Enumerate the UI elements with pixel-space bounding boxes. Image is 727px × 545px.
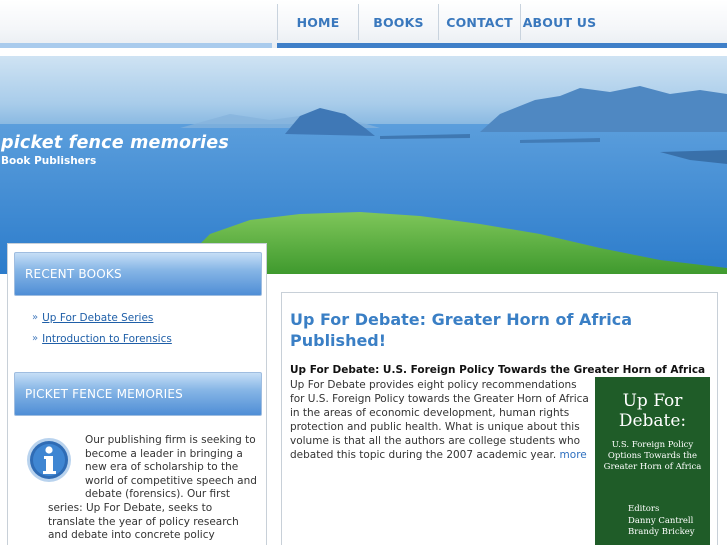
cover-author: Danny Cantrell — [628, 515, 694, 526]
double-chevron-right-icon: » — [32, 312, 39, 323]
cover-editor-label: Editors — [628, 504, 660, 514]
book-link-introduction-to-forensics[interactable]: Introduction to Forensics — [42, 333, 172, 345]
main-content: Up For Debate: Greater Horn of Africa Pu… — [281, 292, 718, 545]
cover-title: Up For Debate: — [618, 391, 687, 431]
article-title[interactable]: Up For Debate: Greater Horn of Africa Pu… — [290, 309, 710, 351]
article-body: Up For Debate provides eight policy reco… — [290, 378, 591, 462]
about-heading: PICKET FENCE MEMORIES — [14, 372, 262, 416]
cover-subtitle: U.S. Foreign Policy Options Towards the … — [603, 440, 702, 472]
book-link-up-for-debate-series[interactable]: Up For Debate Series — [42, 312, 153, 324]
nav-about-us[interactable]: ABOUT US — [520, 4, 598, 40]
cover-author: Brandy Brickey — [628, 527, 695, 537]
site-title: picket fence memories — [1, 133, 229, 153]
header-banner: picket fence memories Book Publishers — [0, 56, 727, 274]
nav-contact[interactable]: CONTACT — [438, 4, 520, 40]
cover-authors: Editors Danny Cantrell Brandy Brickey — [628, 504, 695, 539]
double-chevron-right-icon: » — [32, 333, 39, 344]
recent-books-list: » Up For Debate Series » Introduction to… — [32, 307, 172, 349]
site-subtitle: Book Publishers — [1, 155, 97, 167]
main-nav: HOME BOOKS CONTACT ABOUT US — [277, 4, 598, 40]
nav-underline-dark — [277, 43, 727, 48]
recent-books-heading: RECENT BOOKS — [14, 252, 262, 296]
article-subheading: Up For Debate: U.S. Foreign Policy Towar… — [290, 364, 706, 376]
about-text-block: Our publishing firm is seeking to become… — [48, 434, 260, 543]
book-cover-image: Up For Debate: U.S. Foreign Policy Optio… — [595, 377, 710, 545]
nav-underline-light — [0, 43, 272, 48]
list-item: » Up For Debate Series — [32, 307, 172, 328]
more-link[interactable]: more — [560, 449, 587, 461]
landscape-image — [0, 86, 727, 274]
sidebar: RECENT BOOKS » Up For Debate Series » In… — [7, 243, 267, 545]
nav-books[interactable]: BOOKS — [358, 4, 438, 40]
top-bar: HOME BOOKS CONTACT ABOUT US — [0, 0, 727, 48]
list-item: » Introduction to Forensics — [32, 328, 172, 349]
article-text: Up For Debate provides eight policy reco… — [290, 379, 589, 461]
nav-home[interactable]: HOME — [277, 4, 358, 40]
